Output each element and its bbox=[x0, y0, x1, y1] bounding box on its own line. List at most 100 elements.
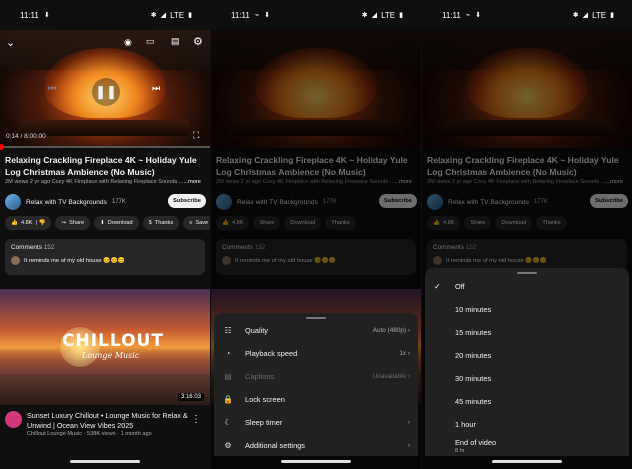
cast-icon[interactable]: ▭ bbox=[146, 36, 155, 47]
thumbnail-title: CHILLOUT bbox=[62, 331, 164, 351]
channel-row[interactable]: Relax with TV Backgrounds 177K bbox=[5, 194, 126, 210]
save-icon: ≡ bbox=[189, 220, 193, 226]
sleep-option-end-of-video[interactable]: End of video 8 hr bbox=[425, 432, 629, 454]
gesture-bar bbox=[70, 460, 140, 463]
status-time: 11:11 bbox=[231, 10, 250, 20]
captions-icon: ▤ bbox=[224, 371, 232, 381]
duration-badge: 3:16:03 bbox=[177, 393, 204, 401]
lock-icon: 🔒 bbox=[223, 394, 233, 404]
thumbs-down-icon[interactable]: | 👎 bbox=[35, 220, 45, 226]
bluetooth-icon: ✱ bbox=[572, 12, 579, 19]
fullscreen-icon[interactable]: ⛶ bbox=[193, 130, 199, 141]
comments-header: Comments 152 bbox=[11, 244, 55, 251]
download-button[interactable]: ⬇ Download bbox=[94, 216, 139, 230]
captions-option: ▤ Captions Unavailable › bbox=[224, 371, 410, 381]
recommended-title: Sunset Luxury Chillout • Lounge Music fo… bbox=[27, 411, 188, 430]
battery-icon: ▮ bbox=[610, 12, 614, 19]
channel-name: Relax with TV Backgrounds bbox=[26, 198, 107, 206]
playback-speed-option[interactable]: ◔ Playback speed 1x › bbox=[214, 342, 418, 364]
recommended-channel-avatar[interactable] bbox=[5, 411, 22, 428]
quality-value: Auto (480p) › bbox=[372, 326, 410, 334]
recommended-thumbnail[interactable]: CHILLOUT Lounge Music 3:16:03 bbox=[0, 289, 210, 405]
quality-sliders-icon: ☷ bbox=[224, 325, 232, 335]
settings-screen: 11:11⌁⬇ ✱◢LTE▮ Relaxing Crackling Firepl… bbox=[211, 0, 421, 469]
commenter-avatar bbox=[11, 256, 20, 265]
bluetooth-icon: ✱ bbox=[361, 12, 368, 19]
status-bar: 11:11 ⌁ ⬇ ✱ ◢ LTE ▮ bbox=[211, 0, 421, 30]
sleep-timer-option[interactable]: ☾ Sleep timer › bbox=[214, 411, 418, 433]
top-comment: It reminds me of my old house 😊😊😊 bbox=[24, 257, 125, 264]
player-screen: 11:11 ⬇ ✱ ◢ LTE ▮ ⌄ ◉ ▭ ▤ ⚙ ⏮ ⏭ ⛶ ❚❚ 0:14 / … bbox=[0, 0, 210, 469]
wifi-call-icon: ⌁ bbox=[254, 12, 260, 19]
sleep-option-30m[interactable]: 30 minutes bbox=[425, 368, 629, 390]
channel-avatar[interactable] bbox=[5, 194, 21, 210]
autoplay-toggle[interactable]: ◉ bbox=[124, 37, 132, 48]
sleep-moon-icon: ☾ bbox=[224, 417, 232, 427]
additional-settings-option[interactable]: ⚙ Additional settings › bbox=[214, 434, 418, 456]
pause-button[interactable]: ❚❚ bbox=[92, 78, 120, 106]
video-meta[interactable]: 2M views 2 yr ago Cozy 4K Fireplace with… bbox=[5, 179, 201, 185]
status-bar: 11:11 ⬇ ✱ ◢ LTE ▮ bbox=[0, 0, 210, 30]
signal-icon: ◢ bbox=[582, 12, 589, 19]
chevron-right-icon: › bbox=[407, 441, 410, 449]
battery-icon: ▮ bbox=[188, 12, 192, 19]
subscribe-button[interactable]: Subscribe bbox=[168, 194, 206, 208]
sleep-option-10m[interactable]: 10 minutes bbox=[425, 299, 629, 321]
sleep-timer-sheet: ✓ Off 10 minutes 15 minutes 20 minutes 30… bbox=[425, 268, 629, 456]
collapse-chevron-icon[interactable]: ⌄ bbox=[6, 36, 15, 49]
signal-icon: ◢ bbox=[371, 12, 378, 19]
more-options-icon[interactable]: ⋮ bbox=[191, 414, 201, 425]
sheet-handle[interactable] bbox=[517, 272, 537, 274]
settings-sheet: ☷ Quality Auto (480p) › ◔ Playback speed 1x … bbox=[214, 313, 418, 456]
check-icon: ✓ bbox=[434, 282, 441, 291]
thanks-icon: $ bbox=[148, 220, 152, 226]
quality-option[interactable]: ☷ Quality Auto (480p) › bbox=[214, 319, 418, 341]
share-button[interactable]: ↪ Share bbox=[55, 216, 91, 230]
gear-icon: ⚙ bbox=[224, 440, 232, 450]
comments-panel[interactable]: Comments 152 It reminds me of my old hou… bbox=[5, 239, 205, 275]
action-chips: 👍 4.8K | 👎 ↪ Share ⬇ Download $ Thanks ≡ Save bbox=[5, 216, 210, 230]
download-status-icon: ⬇ bbox=[264, 12, 270, 19]
captions-icon[interactable]: ▤ bbox=[171, 36, 180, 47]
captions-value: Unavailable › bbox=[372, 372, 410, 380]
video-title: Relaxing Crackling Fireplace 4K ~ Holida… bbox=[5, 155, 197, 177]
download-icon: ⬇ bbox=[100, 220, 105, 226]
share-icon: ↪ bbox=[61, 220, 67, 226]
sleep-timer-screen: 11:11⌁⬇ ✱◢LTE▮ Relaxing Crackling Firepl… bbox=[422, 0, 632, 469]
thanks-button[interactable]: $ Thanks bbox=[142, 216, 180, 230]
gesture-bar bbox=[281, 460, 351, 463]
bluetooth-icon: ✱ bbox=[150, 12, 157, 19]
like-button[interactable]: 👍 4.8K | 👎 bbox=[5, 216, 52, 230]
download-status-icon: ⬇ bbox=[475, 12, 481, 19]
previous-icon[interactable]: ⏮ bbox=[48, 83, 56, 94]
download-status-icon: ⬇ bbox=[43, 12, 50, 19]
battery-icon: ▮ bbox=[399, 12, 403, 19]
subscriber-count: 177K bbox=[111, 199, 126, 205]
status-bar: 11:11 ⌁ ⬇ ✱ ◢ LTE ▮ bbox=[422, 0, 632, 30]
playback-time: 0:14 / 8:00:00 bbox=[6, 133, 46, 140]
status-time: 11:11 bbox=[20, 10, 39, 20]
progress-bar[interactable] bbox=[0, 144, 210, 150]
speed-icon: ◔ bbox=[225, 348, 231, 358]
network-label: LTE bbox=[170, 10, 185, 20]
next-icon[interactable]: ⏭ bbox=[152, 83, 160, 94]
wifi-call-icon: ⌁ bbox=[465, 12, 471, 19]
chevron-right-icon: › bbox=[407, 418, 410, 426]
more-link[interactable]: ...more bbox=[183, 179, 200, 185]
signal-icon: ◢ bbox=[160, 12, 167, 19]
gesture-bar bbox=[492, 460, 562, 463]
lock-screen-option[interactable]: 🔒 Lock screen bbox=[214, 388, 418, 410]
sleep-option-15m[interactable]: 15 minutes bbox=[425, 322, 629, 344]
status-time: 11:11 bbox=[442, 10, 461, 20]
save-button[interactable]: ≡ Save bbox=[183, 216, 210, 230]
sleep-option-off[interactable]: ✓ Off bbox=[425, 276, 629, 298]
network-label: LTE bbox=[592, 10, 607, 20]
recommended-info[interactable]: Sunset Luxury Chillout • Lounge Music fo… bbox=[5, 411, 207, 437]
thumbnail-subtitle: Lounge Music bbox=[82, 351, 140, 360]
scrubber-handle[interactable] bbox=[0, 144, 4, 150]
speed-value: 1x › bbox=[399, 349, 410, 357]
recommended-meta: Chillout Lounge Music · 538K views · 1 m… bbox=[27, 431, 152, 437]
sleep-option-45m[interactable]: 45 minutes bbox=[425, 391, 629, 413]
sleep-option-20m[interactable]: 20 minutes bbox=[425, 345, 629, 367]
settings-gear-icon[interactable]: ⚙ bbox=[193, 35, 203, 48]
